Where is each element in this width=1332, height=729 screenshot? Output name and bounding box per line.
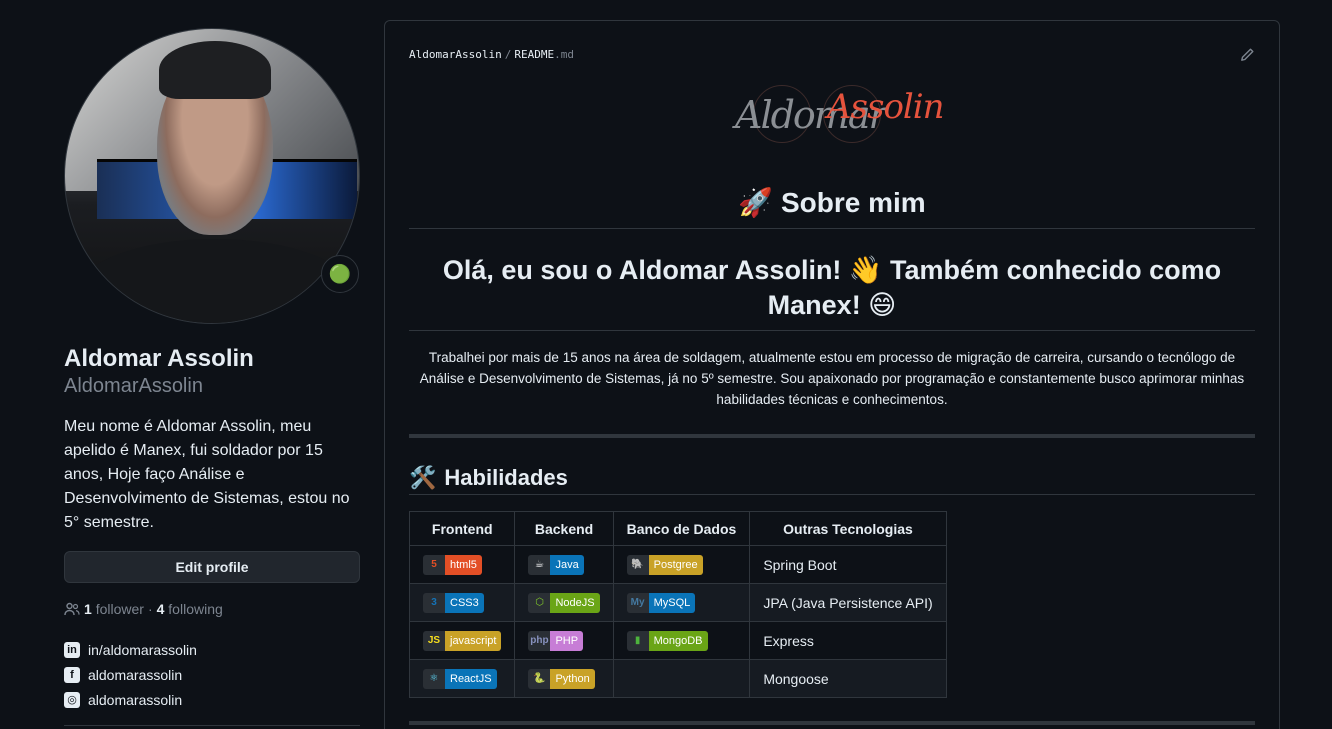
profile-login: AldomarAssolin xyxy=(64,375,203,397)
mysql-badge: My MySQL xyxy=(626,592,696,613)
breadcrumb: AldomarAssolin / README.md xyxy=(409,48,574,61)
reactjs-icon: ⚛ xyxy=(423,668,445,689)
python-badge: 🐍 Python xyxy=(528,668,595,689)
edit-profile-button[interactable]: Edit profile xyxy=(64,551,360,583)
postgree-badge: 🐘 Postgree xyxy=(626,554,703,575)
followers-link[interactable]: 1 follower xyxy=(84,601,144,617)
status-icon: 🟢 xyxy=(328,263,352,284)
java-badge: ☕ Java xyxy=(528,554,584,575)
mongodb-icon: ▮ xyxy=(626,630,649,651)
horizontal-rule-bottom xyxy=(409,721,1255,725)
table-row: ⚛ ReactJS 🐍 Python Mongoose xyxy=(408,659,947,698)
edit-pencil-icon[interactable] xyxy=(1239,47,1255,63)
php-badge: php PHP xyxy=(528,630,584,651)
skills-table: Frontend Backend Banco de Dados Outras T… xyxy=(408,511,947,698)
nodejs-icon: ⬡ xyxy=(528,592,551,613)
status-emoji-button[interactable]: 🟢 xyxy=(321,255,359,293)
other-tech-cell: Mongoose xyxy=(749,659,947,698)
signature-logo: Aldomar Assolin xyxy=(735,83,945,145)
javascript-badge: JS javascript xyxy=(423,630,502,651)
social-link-facebook[interactable]: f aldomarassolin xyxy=(64,662,360,687)
social-links: in in/aldomarassolin f aldomarassolin ◎ ald… xyxy=(64,637,360,712)
profile-bio: Meu nome é Aldomar Assolin, meu apelido … xyxy=(64,418,350,531)
instagram-icon: ◎ xyxy=(64,691,80,708)
avatar-container: 🟢 xyxy=(64,28,360,324)
profile-sidebar: 🟢 Aldomar Assolin AldomarAssolin Meu nom… xyxy=(64,28,360,726)
html5-icon: 5 xyxy=(423,554,445,575)
avatar[interactable] xyxy=(64,28,360,324)
col-backend: Backend xyxy=(514,511,614,546)
javascript-icon: JS xyxy=(423,630,445,651)
html5-badge: 5 html5 xyxy=(423,554,482,575)
col-outras: Outras Tecnologias xyxy=(749,511,947,546)
css3-icon: 3 xyxy=(423,592,445,613)
mysql-icon: My xyxy=(626,592,649,613)
col-banco-dados: Banco de Dados xyxy=(612,511,751,546)
linkedin-icon: in xyxy=(64,641,80,658)
table-row: JS javascript php PHP ▮ MongoDB Express xyxy=(408,621,947,660)
other-tech-cell: JPA (Java Persistence API) xyxy=(749,583,947,622)
postgree-icon: 🐘 xyxy=(626,554,649,575)
facebook-icon: f xyxy=(64,666,80,683)
heading-habilidades: 🛠️ Habilidades xyxy=(409,461,1255,495)
readme-panel: AldomarAssolin / README.md Aldomar Assolin… xyxy=(384,20,1280,729)
intro-paragraph: Trabalhei por mais de 15 anos na área de… xyxy=(419,350,1245,407)
col-frontend: Frontend xyxy=(408,511,516,546)
people-icon xyxy=(64,602,80,616)
python-icon: 🐍 xyxy=(528,668,551,689)
heading-sobre-mim: 🚀 Sobre mim xyxy=(409,183,1255,229)
social-link-linkedin[interactable]: in in/aldomarassolin xyxy=(64,637,360,662)
heading-intro: Olá, eu sou o Aldomar Assolin! 👋 Também … xyxy=(409,251,1255,331)
table-row: 5 html5 ☕ Java 🐘 Postgree Spring Boot xyxy=(408,545,947,584)
mongodb-badge: ▮ MongoDB xyxy=(626,630,708,651)
sidebar-divider xyxy=(64,725,360,726)
other-tech-cell: Express xyxy=(749,621,947,660)
follow-stats: 1 follower · 4 following xyxy=(64,601,360,617)
tools-icon: 🛠️ xyxy=(409,464,437,490)
horizontal-rule xyxy=(409,434,1255,438)
java-icon: ☕ xyxy=(528,554,551,575)
other-tech-cell: Spring Boot xyxy=(749,545,947,584)
reactjs-badge: ⚛ ReactJS xyxy=(423,668,497,689)
table-row: 3 CSS3 ⬡ NodeJS My MySQL JPA (Java Persistence… xyxy=(408,583,947,622)
php-icon: php xyxy=(528,630,551,651)
following-link[interactable]: 4 following xyxy=(157,601,223,617)
profile-name: Aldomar Assolin xyxy=(64,345,254,372)
breadcrumb-user-link[interactable]: AldomarAssolin xyxy=(409,48,502,61)
social-link-instagram[interactable]: ◎ aldomarassolin xyxy=(64,687,360,712)
nodejs-badge: ⬡ NodeJS xyxy=(528,592,600,613)
css3-badge: 3 CSS3 xyxy=(423,592,484,613)
